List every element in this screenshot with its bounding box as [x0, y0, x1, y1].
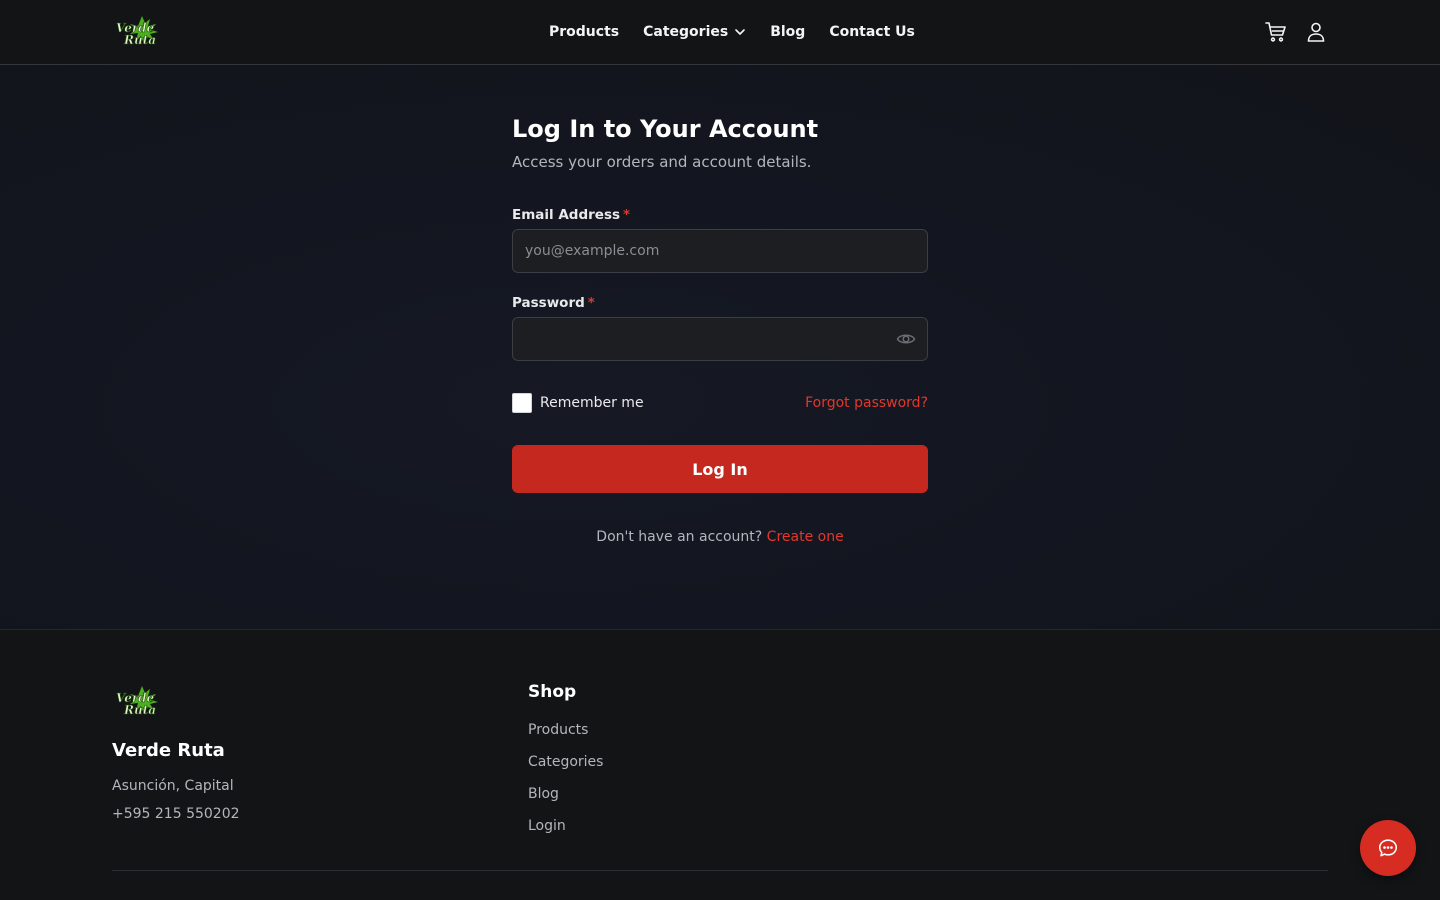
required-mark: * — [623, 207, 631, 223]
email-field-group: Email Address * — [512, 205, 928, 273]
required-mark: * — [587, 295, 595, 311]
brand-logo[interactable]: Verde Ruta — [112, 14, 162, 50]
chat-bubble-icon — [1378, 839, 1398, 857]
eye-icon[interactable] — [896, 329, 916, 349]
svg-text:Ruta: Ruta — [123, 33, 156, 47]
footer-logo: Verde Ruta — [116, 686, 158, 717]
options-row: Remember me Forgot password? — [512, 393, 928, 413]
nav-categories[interactable]: Categories — [643, 24, 746, 40]
login-section: Log In to Your Account Access your order… — [0, 65, 1440, 630]
user-icon[interactable] — [1304, 20, 1328, 44]
signup-prompt: Don't have an account? Create one — [512, 529, 928, 545]
password-label: Password * — [512, 293, 928, 313]
footer-brand-name: Verde Ruta — [112, 740, 225, 761]
password-box — [512, 317, 928, 361]
password-label-text: Password — [512, 295, 585, 311]
email-label-text: Email Address — [512, 207, 621, 223]
footer-phone: +595 215 550202 — [112, 806, 240, 822]
remember-label: Remember me — [540, 395, 644, 411]
footer-link-products[interactable]: Products — [528, 720, 603, 740]
remember-checkbox[interactable] — [512, 393, 532, 413]
chevron-down-icon — [735, 29, 746, 35]
nav-products-label: Products — [549, 24, 620, 40]
create-account-link[interactable]: Create one — [767, 529, 844, 545]
footer-address: Asunción, Capital — [112, 778, 234, 794]
forgot-password-link[interactable]: Forgot password? — [805, 395, 928, 411]
footer-shop-title: Shop — [528, 682, 577, 702]
chat-button[interactable] — [1360, 820, 1416, 876]
footer-link-login[interactable]: Login — [528, 816, 603, 836]
remember-me[interactable]: Remember me — [512, 393, 644, 413]
site-footer: Verde Ruta Verde Ruta Asunción, Capital … — [0, 630, 1440, 900]
footer-link-categories[interactable]: Categories — [528, 752, 603, 772]
nav-contact[interactable]: Contact Us — [829, 24, 915, 40]
email-field[interactable] — [512, 229, 928, 273]
password-field[interactable] — [512, 317, 928, 361]
nav-blog[interactable]: Blog — [770, 24, 805, 40]
page-title: Log In to Your Account — [512, 115, 819, 143]
login-form: Log In to Your Account Access your order… — [512, 113, 928, 545]
nav-categories-label: Categories — [643, 24, 729, 40]
main-nav: Products Categories Blog Contact Us — [549, 0, 939, 64]
site-header: Verde Ruta Products Categories Blog Cont… — [0, 0, 1440, 65]
signup-prompt-text: Don't have an account? — [596, 529, 763, 545]
nav-products[interactable]: Products — [549, 24, 619, 40]
footer-shop-links: Products Categories Blog Login — [528, 720, 603, 848]
cart-icon[interactable] — [1264, 20, 1288, 44]
login-button[interactable]: Log In — [512, 445, 928, 493]
login-button-label: Log In — [692, 459, 748, 479]
nav-blog-label: Blog — [770, 24, 806, 40]
password-field-group: Password * — [512, 293, 928, 361]
footer-divider — [112, 870, 1328, 871]
nav-contact-label: Contact Us — [829, 24, 915, 40]
svg-text:Ruta: Ruta — [123, 703, 156, 717]
page-subtitle: Access your orders and account details. — [512, 153, 812, 171]
email-label: Email Address * — [512, 205, 928, 225]
footer-link-blog[interactable]: Blog — [528, 784, 603, 804]
